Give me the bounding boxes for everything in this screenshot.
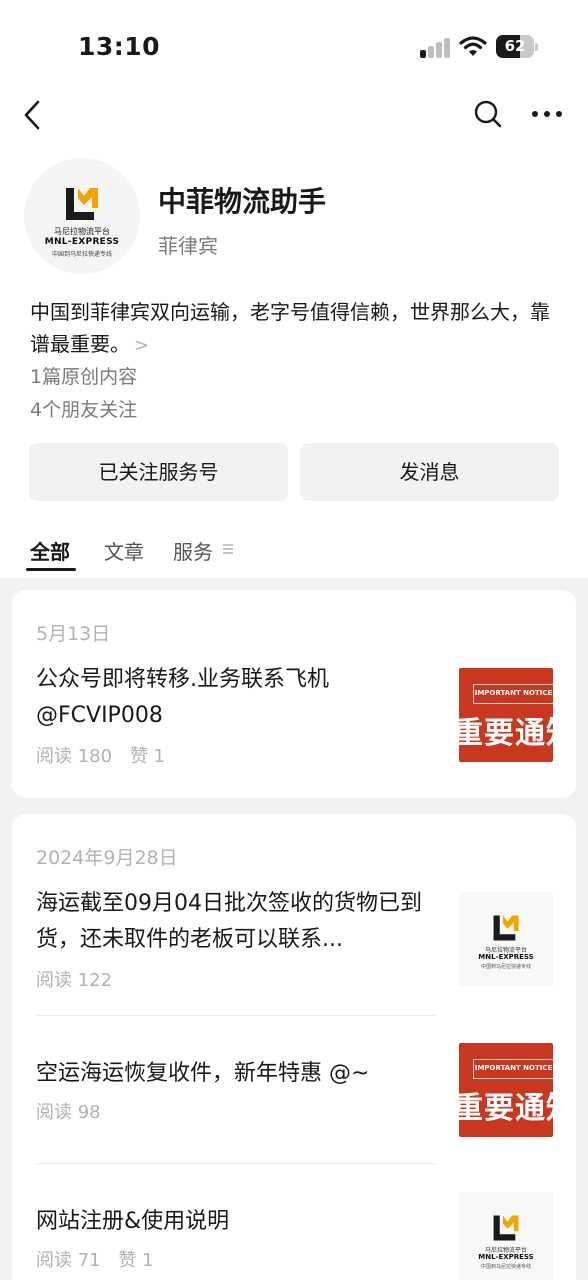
article-item[interactable]: 网站注册&使用说明 阅读 71 赞 1 马尼拉物流平台 MNL-EXPRESS … bbox=[12, 1186, 576, 1280]
logo-subtitle: 中国到马尼拉快递专线 bbox=[480, 1264, 531, 1270]
read-count: 阅读 71 bbox=[36, 1250, 101, 1271]
article-title: 空运海运恢复收件，新年特惠 @~ bbox=[36, 1061, 370, 1086]
card-date: 2024年9月28日 bbox=[36, 847, 178, 869]
navigation-bar bbox=[0, 90, 588, 140]
article-title: 网站注册&使用说明 bbox=[36, 1209, 230, 1234]
feed-card: 2024年9月28日 海运截至09月04日批次签收的货物已到货，还未取件的老板可… bbox=[12, 814, 576, 1280]
logo-subtitle: 中国到马尼拉快递专线 bbox=[480, 964, 531, 970]
description-text: 中国到菲律宾双向运输，老字号值得信赖，世界那么大，靠谱最重要。 bbox=[30, 300, 550, 356]
status-time: 13:10 bbox=[78, 32, 161, 61]
article-meta: 阅读 71 赞 1 bbox=[36, 1246, 154, 1272]
read-count: 阅读 98 bbox=[36, 1102, 101, 1123]
logo-english-text: MNL-EXPRESS bbox=[478, 953, 534, 961]
logo-chinese-text: 马尼拉物流平台 bbox=[54, 227, 110, 236]
divider bbox=[36, 1163, 436, 1164]
article-meta: 阅读 180 赞 1 bbox=[36, 742, 165, 768]
chevron-right-icon: > bbox=[134, 335, 150, 356]
mnl-logo-icon bbox=[66, 188, 98, 220]
article-thumbnail: 马尼拉物流平台 MNL-EXPRESS 中国到马尼拉快递专线 bbox=[459, 1192, 553, 1280]
search-icon[interactable] bbox=[472, 98, 504, 130]
read-count: 阅读 122 bbox=[36, 970, 113, 991]
logo-english-text: MNL-EXPRESS bbox=[478, 1253, 534, 1261]
article-title: 公众号即将转移.业务联系飞机@FCVIP008 bbox=[36, 667, 329, 728]
notice-banner-text: IMPORTANT NOTICE bbox=[473, 1059, 553, 1079]
friends-following[interactable]: 4个朋友关注 bbox=[30, 395, 137, 422]
battery-icon: 62 bbox=[496, 35, 538, 58]
article-item[interactable]: 海运截至09月04日批次签收的货物已到货，还未取件的老板可以联系... 阅读 1… bbox=[12, 884, 576, 994]
like-count: 赞 1 bbox=[118, 1250, 154, 1271]
article-meta: 阅读 98 bbox=[36, 1098, 101, 1124]
read-count: 阅读 180 bbox=[36, 746, 113, 767]
send-message-button[interactable]: 发消息 bbox=[300, 443, 559, 501]
logo-english-text: MNL-EXPRESS bbox=[44, 237, 120, 247]
tab-all[interactable]: 全部 bbox=[30, 536, 70, 565]
account-name: 中菲物流助手 bbox=[158, 185, 327, 218]
notice-banner-text: IMPORTANT NOTICE bbox=[473, 684, 553, 704]
original-count[interactable]: 1篇原创内容 bbox=[30, 362, 137, 389]
mnl-logo-icon bbox=[493, 1215, 519, 1241]
logo-subtitle: 中国到马尼拉快递专线 bbox=[51, 251, 112, 258]
article-title: 海运截至09月04日批次签收的货物已到货，还未取件的老板可以联系... bbox=[36, 891, 422, 952]
article-thumbnail: 马尼拉物流平台 MNL-EXPRESS 中国到马尼拉快递专线 bbox=[459, 892, 553, 986]
mnl-logo-icon bbox=[493, 915, 519, 941]
article-thumbnail: IMPORTANT NOTICE 重要通知 bbox=[459, 668, 553, 762]
tab-articles[interactable]: 文章 bbox=[104, 536, 144, 565]
article-item[interactable]: 空运海运恢复收件，新年特惠 @~ 阅读 98 IMPORTANT NOTICE … bbox=[12, 1038, 576, 1148]
article-thumbnail: IMPORTANT NOTICE 重要通知 bbox=[459, 1043, 553, 1137]
account-region: 菲律宾 bbox=[158, 234, 218, 258]
notice-big-text: 重要通知 bbox=[459, 1091, 553, 1126]
battery-level: 62 bbox=[504, 37, 526, 55]
menu-icon[interactable] bbox=[222, 542, 234, 556]
status-bar: 13:10 62 bbox=[0, 0, 588, 90]
article-item[interactable]: 公众号即将转移.业务联系飞机@FCVIP008 阅读 180 赞 1 IMPOR… bbox=[12, 660, 576, 770]
active-tab-indicator bbox=[26, 568, 76, 571]
account-description[interactable]: 中国到菲律宾双向运输，老字号值得信赖，世界那么大，靠谱最重要。 > bbox=[30, 296, 562, 362]
feed-card: 5月13日 公众号即将转移.业务联系飞机@FCVIP008 阅读 180 赞 1… bbox=[12, 590, 576, 798]
like-count: 赞 1 bbox=[129, 746, 165, 767]
notice-big-text: 重要通知 bbox=[459, 716, 553, 751]
tab-services[interactable]: 服务 bbox=[173, 536, 213, 565]
divider bbox=[36, 1015, 436, 1016]
followed-button[interactable]: 已关注服务号 bbox=[29, 443, 288, 501]
card-date: 5月13日 bbox=[36, 623, 111, 645]
more-icon[interactable] bbox=[530, 104, 564, 124]
account-avatar[interactable]: 马尼拉物流平台 MNL-EXPRESS 中国到马尼拉快递专线 bbox=[24, 158, 140, 274]
back-icon[interactable] bbox=[18, 98, 48, 132]
wifi-icon bbox=[459, 36, 487, 56]
article-meta: 阅读 122 bbox=[36, 966, 112, 992]
cellular-signal-icon bbox=[420, 36, 452, 58]
